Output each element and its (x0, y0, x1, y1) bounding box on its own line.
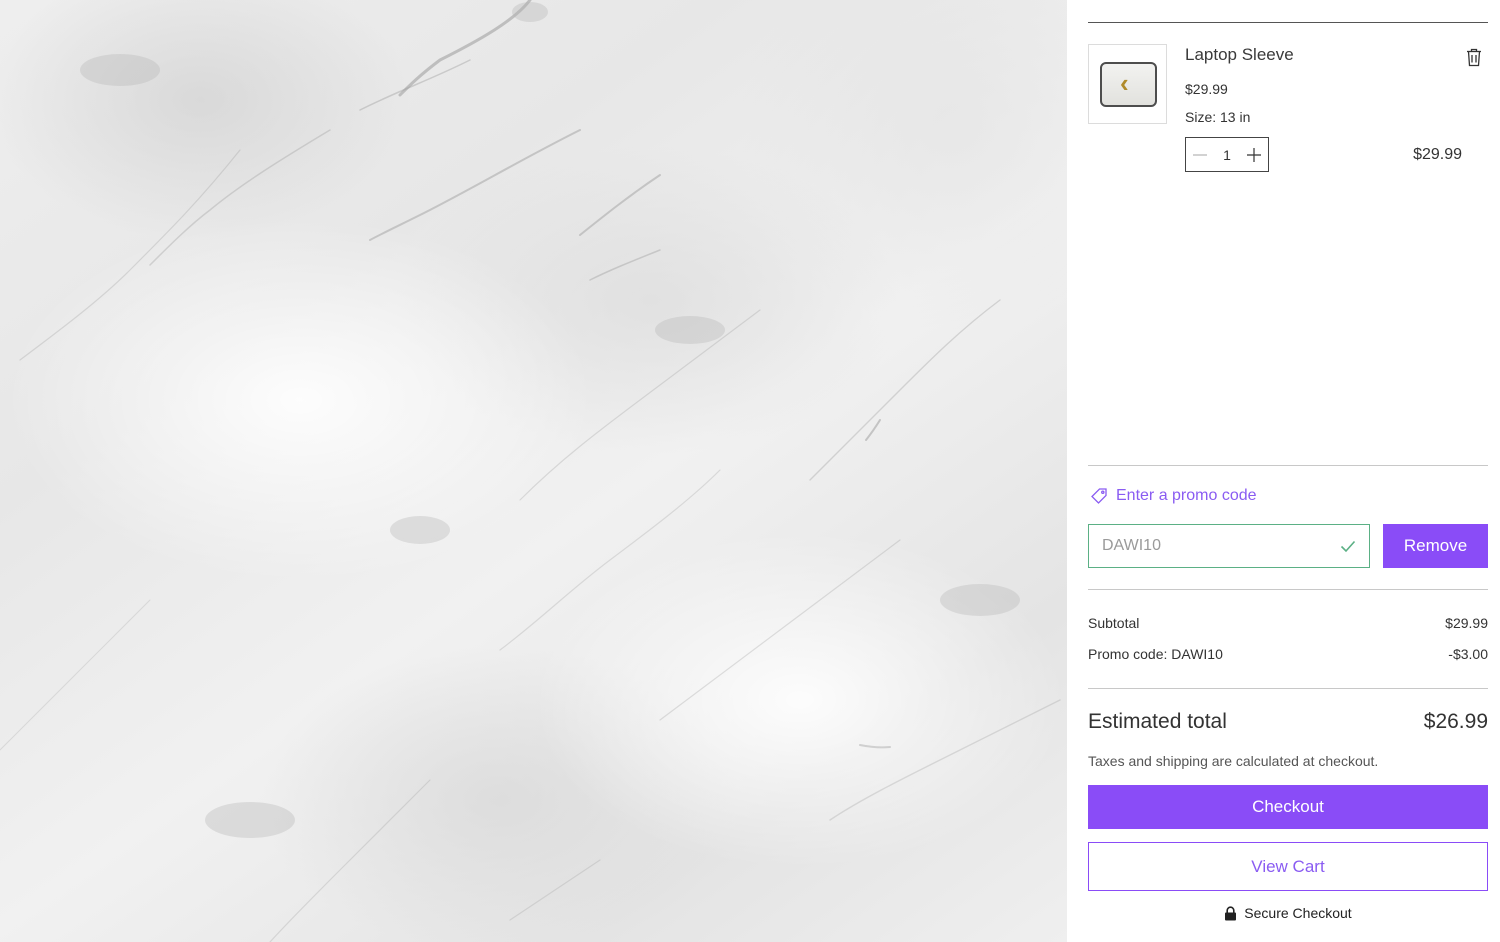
tag-icon (1091, 488, 1107, 504)
checkout-button[interactable]: Checkout (1088, 785, 1488, 829)
trash-icon[interactable] (1463, 46, 1485, 68)
summary-divider (1088, 688, 1488, 689)
promo-discount-value: -$3.00 (1448, 646, 1488, 662)
check-icon (1340, 540, 1356, 553)
estimated-total-value: $26.99 (1423, 710, 1488, 733)
secure-checkout-label: Secure Checkout (1244, 905, 1352, 921)
promo-code-link-label: Enter a promo code (1116, 487, 1257, 504)
remove-promo-button[interactable]: Remove (1383, 524, 1488, 568)
product-price: $29.99 (1185, 81, 1228, 97)
estimated-total-label: Estimated total (1088, 710, 1227, 733)
quantity-value[interactable]: 1 (1214, 147, 1240, 163)
quantity-stepper: 1 (1185, 137, 1269, 172)
product-thumbnail[interactable]: ‹ (1088, 44, 1167, 124)
marble-veins (0, 0, 1061, 942)
items-divider (1088, 465, 1488, 466)
subtotal-label: Subtotal (1088, 615, 1140, 631)
promo-code-link[interactable]: Enter a promo code (1090, 487, 1257, 505)
promo-discount-row: Promo code: DAWI10 -$3.00 (1088, 646, 1488, 662)
subtotal-value: $29.99 (1445, 615, 1488, 631)
view-cart-button[interactable]: View Cart (1088, 842, 1488, 891)
side-cart-panel: ‹ Laptop Sleeve $29.99 Size: 13 in 1 $29… (1067, 0, 1500, 942)
product-name[interactable]: Laptop Sleeve (1185, 45, 1294, 65)
page: ‹ Laptop Sleeve $29.99 Size: 13 in 1 $29… (0, 0, 1500, 942)
subtotal-row: Subtotal $29.99 (1088, 615, 1488, 631)
plus-icon[interactable] (1240, 138, 1268, 171)
marble-background (0, 0, 1067, 942)
estimated-total-row: Estimated total $26.99 (1088, 710, 1488, 734)
top-divider (1088, 22, 1488, 23)
promo-code-input[interactable]: DAWI10 (1088, 524, 1370, 568)
line-total: $29.99 (1413, 146, 1462, 163)
product-option: Size: 13 in (1185, 109, 1251, 125)
lock-icon (1225, 905, 1237, 920)
tax-note: Taxes and shipping are calculated at che… (1088, 753, 1379, 769)
promo-discount-label: Promo code: DAWI10 (1088, 646, 1223, 662)
promo-code-value: DAWI10 (1102, 537, 1161, 554)
laptop-sleeve-image: ‹ (1100, 62, 1157, 107)
promo-divider (1088, 589, 1488, 590)
minus-icon[interactable] (1186, 138, 1214, 171)
secure-checkout-note: Secure Checkout (1088, 905, 1488, 921)
logo-chevron-icon: ‹ (1120, 68, 1129, 98)
